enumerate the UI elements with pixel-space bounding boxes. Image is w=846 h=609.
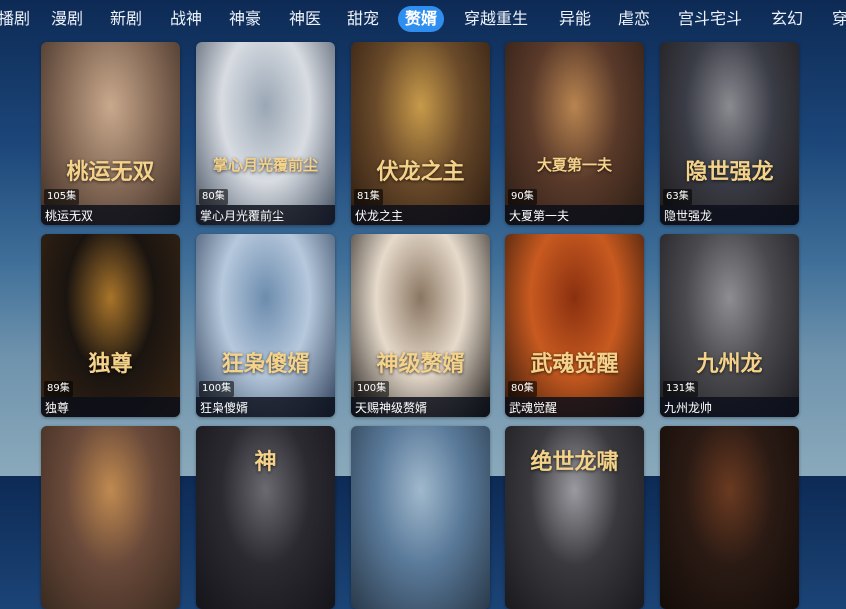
card-title: 天赐神级赘婿 [355,401,428,415]
episode-count-badge: 81集 [354,189,383,205]
card-title: 伏龙之主 [355,209,404,223]
tab-8[interactable]: 穿越重生 [464,6,528,32]
tab-13[interactable]: 穿 [832,6,846,32]
card-title-bar: 掌心月光覆前尘 [196,205,335,225]
category-tab-bar: 播剧 漫剧 新剧 战神 神豪 神医 甜宠 赘婿 穿越重生 异能 虐恋 宫斗宅斗 玄幻 穿 [0,0,846,38]
card-title: 大夏第一夫 [509,209,570,223]
card-title: 狂枭傻婿 [200,401,249,415]
drama-card[interactable]: 狂枭傻婿 100集 狂枭傻婿 [196,234,335,417]
drama-card[interactable] [351,426,490,609]
drama-card[interactable]: 神级赘婿 100集 天赐神级赘婿 [351,234,490,417]
card-title-bar: 独尊 [41,397,180,417]
poster-image [41,426,180,609]
card-title-bar: 隐世强龙 [660,205,799,225]
drama-card[interactable]: 掌心月光覆前尘 80集 掌心月光覆前尘 [196,42,335,225]
poster-image [505,426,644,609]
tab-4[interactable]: 神豪 [229,6,261,32]
tab-10[interactable]: 虐恋 [618,6,650,32]
drama-card[interactable]: 绝世龙啸 [505,426,644,609]
episode-count-badge: 89集 [44,381,73,397]
episode-count-badge: 100集 [199,381,235,397]
card-title: 掌心月光覆前尘 [200,209,285,223]
card-title-bar: 天赐神级赘婿 [351,397,490,417]
card-title: 九州龙帅 [664,401,713,415]
drama-card[interactable] [660,426,799,609]
episode-count-badge: 105集 [44,189,80,205]
tab-11[interactable]: 宫斗宅斗 [678,6,742,32]
tab-7[interactable]: 赘婿 [398,6,445,32]
drama-card[interactable]: 隐世强龙 63集 隐世强龙 [660,42,799,225]
tab-0[interactable]: 播剧 [0,6,30,32]
tab-3[interactable]: 战神 [170,6,202,32]
drama-card[interactable]: 独尊 89集 独尊 [41,234,180,417]
card-title-bar: 九州龙帅 [660,397,799,417]
card-title-bar: 伏龙之主 [351,205,490,225]
episode-count-badge: 80集 [199,189,228,205]
card-title-bar: 狂枭傻婿 [196,397,335,417]
card-title-bar: 武魂觉醒 [505,397,644,417]
drama-card[interactable]: 大夏第一夫 90集 大夏第一夫 [505,42,644,225]
card-title-bar: 桃运无双 [41,205,180,225]
drama-card[interactable]: 桃运无双 105集 桃运无双 [41,42,180,225]
poster-image [660,426,799,609]
tab-5[interactable]: 神医 [289,6,321,32]
episode-count-badge: 100集 [354,381,390,397]
drama-card[interactable]: 九州龙 131集 九州龙帅 [660,234,799,417]
drama-card[interactable]: 神 [196,426,335,609]
tab-6[interactable]: 甜宠 [347,6,379,32]
card-title: 武魂觉醒 [509,401,558,415]
tab-2[interactable]: 新剧 [110,6,142,32]
card-title: 独尊 [45,401,70,415]
drama-card[interactable] [41,426,180,609]
card-title: 桃运无双 [45,209,94,223]
card-title-bar: 大夏第一夫 [505,205,644,225]
tab-9[interactable]: 异能 [559,6,591,32]
episode-count-badge: 80集 [508,381,537,397]
card-title: 隐世强龙 [664,209,713,223]
drama-card[interactable]: 武魂觉醒 80集 武魂觉醒 [505,234,644,417]
episode-count-badge: 90集 [508,189,537,205]
tab-12[interactable]: 玄幻 [771,6,803,32]
poster-image [351,426,490,609]
poster-image [196,426,335,609]
episode-count-badge: 131集 [663,381,699,397]
episode-count-badge: 63集 [663,189,692,205]
drama-card[interactable]: 伏龙之主 81集 伏龙之主 [351,42,490,225]
tab-1[interactable]: 漫剧 [51,6,83,32]
